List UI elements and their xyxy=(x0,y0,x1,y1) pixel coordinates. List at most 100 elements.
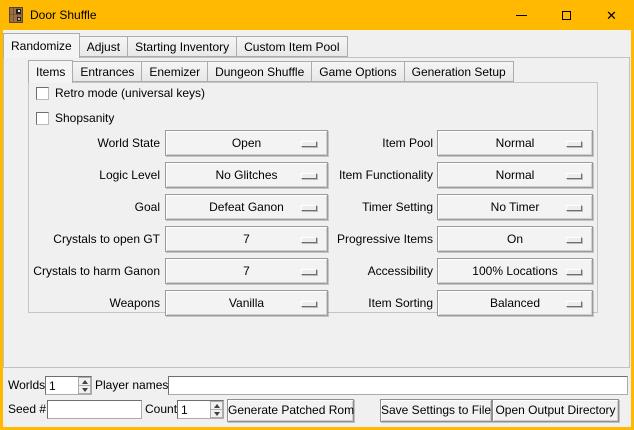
tab-dungeon-shuffle[interactable]: Dungeon Shuffle xyxy=(208,61,312,82)
world-state-dropdown[interactable]: Open xyxy=(165,130,328,156)
dropdown-indicator-icon xyxy=(301,173,317,179)
crystals-ganon-dropdown[interactable]: 7 xyxy=(165,258,328,284)
dropdown-indicator-icon xyxy=(566,269,582,275)
dropdown-value: 7 xyxy=(243,264,250,278)
down-arrow-icon xyxy=(82,388,88,392)
accessibility-label: Accessibility xyxy=(368,258,433,284)
shopsanity-checkbox[interactable] xyxy=(36,112,49,125)
dropdown-indicator-icon xyxy=(301,301,317,307)
count-input[interactable] xyxy=(178,401,210,418)
randomize-sub-tabbar: Items Entrances Enemizer Dungeon Shuffle… xyxy=(28,60,514,82)
minimize-icon xyxy=(516,15,527,16)
dropdown-value: Vanilla xyxy=(229,296,264,310)
titlebar: Door Shuffle ✕ xyxy=(0,0,634,30)
maximize-button[interactable] xyxy=(544,0,589,30)
up-arrow-icon xyxy=(214,404,220,408)
logic-level-label: Logic Level xyxy=(99,162,160,188)
tab-randomize[interactable]: Randomize xyxy=(3,33,80,58)
crystals-ganon-label: Crystals to harm Ganon xyxy=(33,258,160,284)
retro-mode-label: Retro mode (universal keys) xyxy=(55,86,205,100)
crystals-gt-dropdown[interactable]: 7 xyxy=(165,226,328,252)
window-title: Door Shuffle xyxy=(30,8,97,22)
timer-setting-label: Timer Setting xyxy=(362,194,433,220)
tab-starting-inventory[interactable]: Starting Inventory xyxy=(128,36,237,57)
player-names-field[interactable] xyxy=(168,376,628,395)
dropdown-indicator-icon xyxy=(566,141,582,147)
dropdown-indicator-icon xyxy=(301,237,317,243)
retro-mode-checkbox-row[interactable]: Retro mode (universal keys) xyxy=(36,86,205,100)
tab-entrances[interactable]: Entrances xyxy=(73,61,142,82)
dropdown-indicator-icon xyxy=(301,141,317,147)
player-names-label: Player names xyxy=(95,376,168,395)
progressive-items-dropdown[interactable]: On xyxy=(437,226,593,252)
count-spin-buttons xyxy=(210,401,223,418)
player-names-input[interactable] xyxy=(169,377,627,394)
dropdown-value: Balanced xyxy=(490,296,540,310)
worlds-label: Worlds xyxy=(8,376,45,395)
dropdown-value: No Timer xyxy=(491,200,540,214)
worlds-spin-buttons xyxy=(78,377,91,394)
main-tabbar: Randomize Adjust Starting Inventory Cust… xyxy=(3,33,348,57)
item-functionality-label: Item Functionality xyxy=(339,162,433,188)
dropdown-indicator-icon xyxy=(566,237,582,243)
retro-mode-checkbox[interactable] xyxy=(36,87,49,100)
close-button[interactable]: ✕ xyxy=(589,0,634,30)
count-down-button[interactable] xyxy=(210,410,223,418)
seed-label: Seed # xyxy=(8,400,46,419)
accessibility-dropdown[interactable]: 100% Locations xyxy=(437,258,593,284)
count-spinbox[interactable] xyxy=(177,400,224,419)
tab-enemizer[interactable]: Enemizer xyxy=(142,61,208,82)
dropdown-value: Open xyxy=(232,136,261,150)
save-settings-button[interactable]: Save Settings to File xyxy=(380,399,492,422)
timer-setting-dropdown[interactable]: No Timer xyxy=(437,194,593,220)
item-pool-dropdown[interactable]: Normal xyxy=(437,130,593,156)
door-icon xyxy=(8,7,24,23)
up-arrow-icon xyxy=(82,380,88,384)
item-functionality-dropdown[interactable]: Normal xyxy=(437,162,593,188)
generate-patched-rom-button[interactable]: Generate Patched Rom xyxy=(227,399,354,422)
open-output-directory-button[interactable]: Open Output Directory xyxy=(492,399,619,422)
item-sorting-label: Item Sorting xyxy=(368,290,433,316)
worlds-up-button[interactable] xyxy=(78,377,91,386)
item-sorting-dropdown[interactable]: Balanced xyxy=(437,290,593,316)
goal-label: Goal xyxy=(135,194,160,220)
dropdown-value: 7 xyxy=(243,232,250,246)
dropdown-value: Normal xyxy=(496,168,535,182)
crystals-gt-label: Crystals to open GT xyxy=(53,226,160,252)
world-state-label: World State xyxy=(98,130,160,156)
worlds-down-button[interactable] xyxy=(78,386,91,394)
weapons-dropdown[interactable]: Vanilla xyxy=(165,290,328,316)
dropdown-value: No Glitches xyxy=(215,168,277,182)
dropdown-value: Defeat Ganon xyxy=(209,200,284,214)
dropdown-indicator-icon xyxy=(566,173,582,179)
dropdown-indicator-icon xyxy=(301,269,317,275)
shopsanity-label: Shopsanity xyxy=(55,111,114,125)
maximize-icon xyxy=(562,11,571,20)
window-controls: ✕ xyxy=(499,0,634,30)
dropdown-value: On xyxy=(507,232,523,246)
count-up-button[interactable] xyxy=(210,401,223,410)
tab-game-options[interactable]: Game Options xyxy=(312,61,404,82)
dropdown-indicator-icon xyxy=(301,205,317,211)
seed-input[interactable] xyxy=(48,401,141,418)
worlds-input[interactable] xyxy=(46,377,78,394)
minimize-button[interactable] xyxy=(499,0,544,30)
dropdown-value: 100% Locations xyxy=(472,264,557,278)
tab-adjust[interactable]: Adjust xyxy=(80,36,128,57)
weapons-label: Weapons xyxy=(110,290,160,316)
tab-items[interactable]: Items xyxy=(28,60,73,83)
dropdown-indicator-icon xyxy=(566,205,582,211)
goal-dropdown[interactable]: Defeat Ganon xyxy=(165,194,328,220)
shopsanity-checkbox-row[interactable]: Shopsanity xyxy=(36,111,114,125)
down-arrow-icon xyxy=(214,412,220,416)
logic-level-dropdown[interactable]: No Glitches xyxy=(165,162,328,188)
dropdown-value: Normal xyxy=(496,136,535,150)
worlds-spinbox[interactable] xyxy=(45,376,92,395)
count-label: Count xyxy=(145,400,177,419)
tab-custom-item-pool[interactable]: Custom Item Pool xyxy=(237,36,347,57)
seed-field[interactable] xyxy=(47,400,142,419)
close-icon: ✕ xyxy=(606,9,617,22)
item-pool-label: Item Pool xyxy=(382,130,433,156)
door-shuffle-window: Door Shuffle ✕ Randomize Adjust Starting… xyxy=(0,0,634,430)
tab-generation-setup[interactable]: Generation Setup xyxy=(405,61,514,82)
